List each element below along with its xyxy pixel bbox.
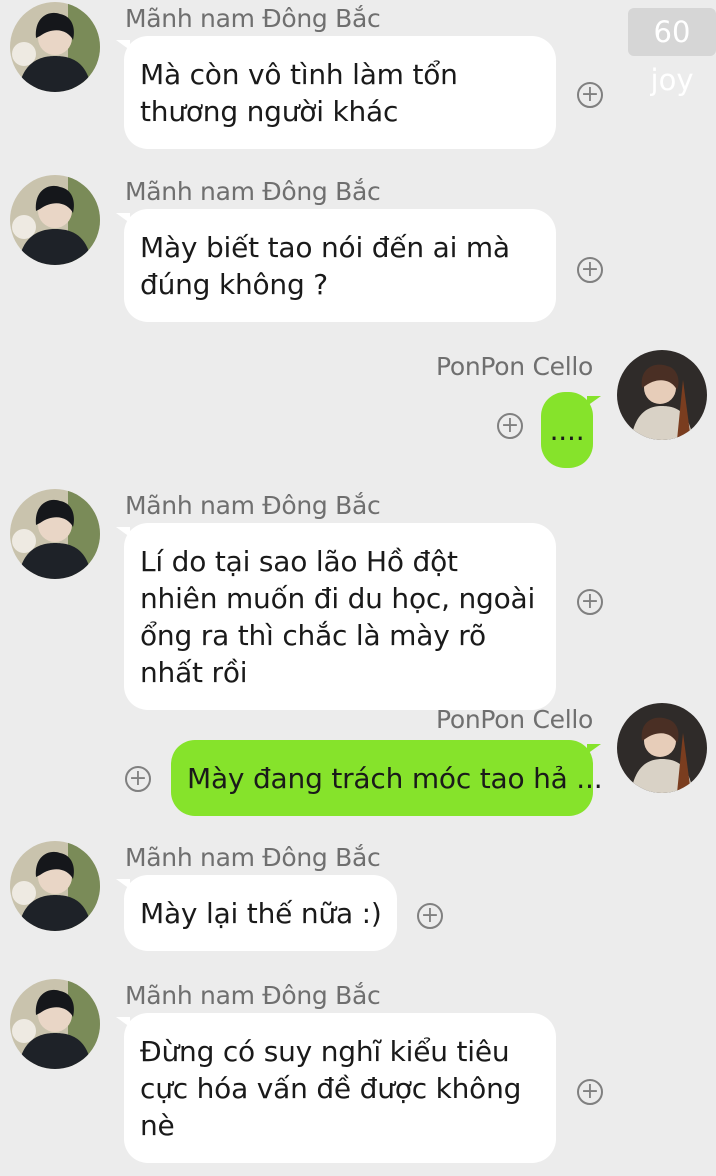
avatar-image xyxy=(617,703,707,793)
sender-name: Mãnh nam Đông Bắc xyxy=(125,177,381,206)
avatar[interactable] xyxy=(10,489,100,579)
message-row: PonPon Cello Mày đang trách móc tao hả .… xyxy=(0,703,716,818)
add-reaction-icon[interactable]: + xyxy=(497,413,523,439)
add-reaction-icon[interactable]: + xyxy=(577,1079,603,1105)
add-reaction-icon[interactable]: + xyxy=(417,903,443,929)
add-reaction-icon[interactable]: + xyxy=(577,257,603,283)
avatar-image xyxy=(10,841,100,931)
sender-name: PonPon Cello xyxy=(435,352,593,381)
chat-screen: 60 joy Mãnh nam Đông Bắc Mà còn vô tình … xyxy=(0,0,716,1176)
avatar[interactable] xyxy=(10,841,100,931)
avatar-image xyxy=(617,350,707,440)
avatar[interactable] xyxy=(617,703,707,793)
sender-name: Mãnh nam Đông Bắc xyxy=(125,981,381,1010)
sender-name: Mãnh nam Đông Bắc xyxy=(125,491,381,520)
message-bubble[interactable]: Lí do tại sao lão Hồ đột nhiên muốn đi d… xyxy=(116,523,556,710)
avatar-image xyxy=(10,489,100,579)
message-row: Mãnh nam Đông Bắc Lí do tại sao lão Hồ đ… xyxy=(0,489,716,710)
message-bubble[interactable]: Mày đang trách móc tao hả ... xyxy=(171,740,603,816)
avatar[interactable] xyxy=(10,2,100,92)
avatar[interactable] xyxy=(617,350,707,440)
message-row: Mãnh nam Đông Bắc Đừng có suy nghĩ kiểu … xyxy=(0,979,716,1169)
add-reaction-icon[interactable]: + xyxy=(577,82,603,108)
add-reaction-icon[interactable]: + xyxy=(577,589,603,615)
sender-name: Mãnh nam Đông Bắc xyxy=(125,843,381,872)
message-bubble[interactable]: Mày lại thế nữa :) xyxy=(116,875,397,951)
avatar[interactable] xyxy=(10,979,100,1069)
avatar-image xyxy=(10,2,100,92)
add-reaction-icon[interactable]: + xyxy=(125,766,151,792)
message-bubble[interactable]: Đừng có suy nghĩ kiểu tiêu cực hóa vấn đ… xyxy=(116,1013,556,1163)
message-bubble[interactable]: Mày biết tao nói đến ai mà đúng không ? xyxy=(116,209,556,322)
message-bubble[interactable]: .... xyxy=(541,392,601,468)
message-row: PonPon Cello .... + xyxy=(0,350,716,468)
sender-name: PonPon Cello xyxy=(435,705,593,734)
message-row: Mãnh nam Đông Bắc Mày biết tao nói đến a… xyxy=(0,175,716,325)
avatar[interactable] xyxy=(10,175,100,265)
message-bubble[interactable]: Mà còn vô tình làm tổn thương người khác xyxy=(116,36,556,149)
avatar-image xyxy=(10,979,100,1069)
message-row: Mãnh nam Đông Bắc Mà còn vô tình làm tổn… xyxy=(0,2,716,152)
message-row: Mãnh nam Đông Bắc Mày lại thế nữa :) + xyxy=(0,841,716,956)
avatar-image xyxy=(10,175,100,265)
sender-name: Mãnh nam Đông Bắc xyxy=(125,4,381,33)
